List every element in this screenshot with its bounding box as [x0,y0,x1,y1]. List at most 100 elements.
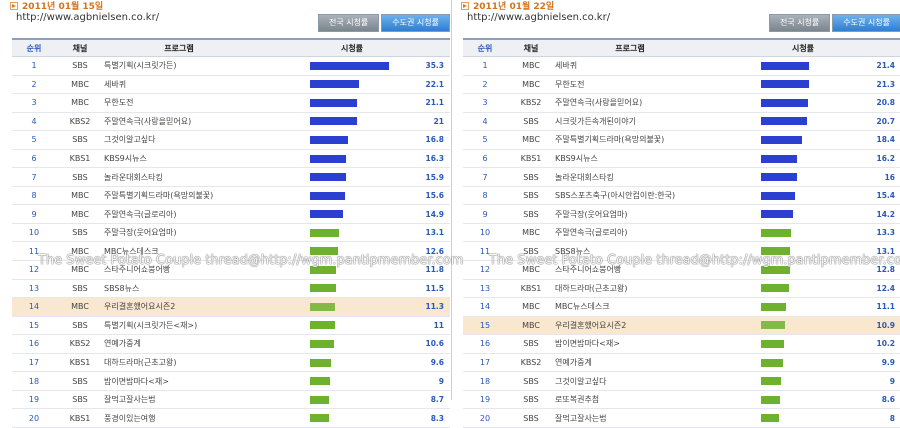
rank-cell: 11 [28,246,40,256]
rating-bar [761,210,793,219]
tab-national-ratings[interactable]: 전국 시청률 [317,14,380,32]
table-row[interactable]: 7 SBS 놀라운대회스타킹 15.9 [12,168,450,187]
table-row[interactable]: 13 KBS1 대하드라마(근초고왕) 12.4 [463,280,900,299]
rank-cell: 3 [482,98,488,108]
table-row[interactable]: 17 KBS1 대하드라마(근초고왕) 9.6 [12,354,450,373]
tab-bar: 전국 시청률 수도권 시청률 [316,14,450,32]
table-row[interactable]: 13 SBS SBS8뉴스 11.5 [12,280,450,299]
table-row[interactable]: 15 MBC 우리결혼했어요시즌2 10.9 [463,316,900,336]
rating-bar [761,265,790,274]
program-cell: 주말연속극(글로리아) [555,228,628,238]
rating-value: 9 [889,376,895,386]
rating-bar [310,61,389,70]
rating-value: 16.8 [425,135,444,145]
table-row[interactable]: 16 KBS2 연예가중계 10.6 [12,335,450,354]
table-row[interactable]: 20 KBS1 풍경이있는여행 8.3 [12,409,450,428]
rating-bar [761,321,786,330]
table-row[interactable]: 1 SBS 특별기획(시크릿가든) 35.3 [12,57,450,76]
table-row[interactable]: 18 SBS 밤이면밤마다<재> 9 [12,372,450,391]
table-row[interactable]: 20 SBS 잘먹고잘사는법 8 [463,409,900,428]
table-row[interactable]: 2 MBC 무한도전 21.3 [463,76,900,95]
rank-cell: 4 [482,116,488,126]
program-cell: 대하드라마(근초고왕) [104,358,177,368]
rating-bar [310,228,340,237]
table-row[interactable]: 7 SBS 놀라운대회스타킹 16 [463,168,900,187]
table-row[interactable]: 12 MBC 스타주니어쇼붕어빵 12.8 [463,261,900,280]
table-row[interactable]: 10 SBS 주말극장(웃어요엄마) 13.1 [12,224,450,243]
channel-cell: MBC [71,246,89,256]
rank-cell: 6 [31,154,37,163]
table-row[interactable]: 11 MBC MBC뉴스데스크 12.6 [12,242,450,262]
channel-cell: SBS [72,61,88,71]
table-row[interactable]: 17 KBS2 연예가중계 9.9 [463,354,900,373]
tab-capital-ratings[interactable]: 수도권 시청률 [381,14,450,32]
table-row[interactable]: 3 MBC 무한도전 21.1 [12,94,450,113]
rating-value: 21 [433,116,444,126]
rating-value: 12.6 [425,246,444,256]
rating-bar [310,247,339,256]
table-row[interactable]: 4 KBS2 주말연속극(사랑을믿어요) 21 [12,113,450,132]
table-row[interactable]: 2 MBC 세바퀴 22.1 [12,76,450,95]
table-row[interactable]: 9 SBS 주말극장(웃어요엄마) 14.2 [463,205,900,224]
rank-cell: 18 [479,376,491,386]
channel-cell: SBS [72,283,88,293]
table-row[interactable]: 10 MBC 주말연속극(글로리아) 13.3 [463,224,900,243]
channel-cell: SBS [523,339,539,349]
rating-bar [761,284,789,293]
table-row[interactable]: 14 MBC MBC뉴스데스크 11.1 [463,298,900,317]
rating-bar [310,117,357,126]
program-cell: 밤이면밤마다<재> [104,376,169,386]
table-row[interactable]: 16 SBS 밤이면밤마다<재> 10.2 [463,335,900,354]
rank-cell: 6 [482,154,488,163]
table-row[interactable]: 1 MBC 세바퀴 21.4 [463,57,900,76]
program-cell: 연예가중계 [555,358,592,368]
table-row[interactable]: 5 MBC 주말특별기획드라마(욕망의불꽃) 18.4 [463,131,900,150]
table-row[interactable]: 8 MBC 주말특별기획드라마(욕망의불꽃) 15.6 [12,187,450,206]
rating-value: 20.7 [876,116,895,126]
rank-cell: 12 [28,265,40,275]
table-row[interactable]: 6 KBS1 KBS9시뉴스 16.2 [463,150,900,169]
table-row[interactable]: 19 SBS 로또복권추첨 8.6 [463,391,900,410]
rank-cell: 12 [479,265,491,275]
rank-cell: 18 [28,376,40,386]
rank-cell: 11 [479,246,491,256]
tab-capital-ratings[interactable]: 수도권 시청률 [832,14,900,32]
program-cell: 무한도전 [555,79,585,89]
rating-bar [310,265,337,274]
tab-national-ratings[interactable]: 전국 시청률 [768,14,831,32]
table-row[interactable]: 14 MBC 우리결혼했어요시즌2 11.3 [12,298,450,317]
channel-cell: MBC [522,135,540,145]
rank-cell: 20 [28,413,40,423]
rating-bar [310,135,348,144]
table-row[interactable]: 11 SBS SBS8뉴스 13.1 [463,242,900,262]
table-row[interactable]: 18 SBS 그것이알고싶다 9 [463,372,900,391]
program-cell: SBS스포츠축구(아시안컵이란:한국) [555,191,676,201]
program-cell: 특별기획(시크릿가든) [104,61,177,71]
channel-cell: MBC [71,191,89,201]
rank-cell: 7 [31,172,37,182]
table-row[interactable]: 15 SBS 특별기획(시크릿가든<재>) 11 [12,317,450,336]
header-rating: 시청률 [791,43,815,53]
rank-cell: 1 [482,61,488,71]
channel-cell: SBS [72,376,88,386]
channel-cell: MBC [71,302,89,312]
table-row[interactable]: 6 KBS1 KBS9시뉴스 16.3 [12,150,450,169]
table-row[interactable]: 4 SBS 시크릿가든속개된이야기 20.7 [463,113,900,132]
table-row[interactable]: 19 SBS 잘먹고잘사는법 8.7 [12,391,450,410]
channel-cell: MBC [71,265,89,275]
channel-cell: KBS1 [69,413,91,423]
table-row[interactable]: 9 MBC 주말연속극(글로리아) 14.9 [12,205,450,224]
date-heading: 2011년 01월 22일 [461,0,554,12]
table-row[interactable]: 8 SBS SBS스포츠축구(아시안컵이란:한국) 15.4 [463,187,900,206]
rating-value: 10.9 [876,320,895,330]
source-url[interactable]: http://www.agbnielsen.co.kr/ [16,12,159,23]
rank-cell: 16 [28,339,40,349]
table-row[interactable]: 12 MBC 스타주니어쇼붕어빵 11.8 [12,261,450,280]
table-row[interactable]: 3 KBS2 주말연속극(사랑을믿어요) 20.8 [463,94,900,113]
source-url[interactable]: http://www.agbnielsen.co.kr/ [467,12,610,23]
rating-bar [761,135,803,144]
table-row[interactable]: 5 SBS 그것이알고싶다 16.8 [12,131,450,150]
rating-value: 10.6 [425,339,444,349]
channel-cell: SBS [523,172,539,182]
date-arrow-icon [461,1,469,10]
